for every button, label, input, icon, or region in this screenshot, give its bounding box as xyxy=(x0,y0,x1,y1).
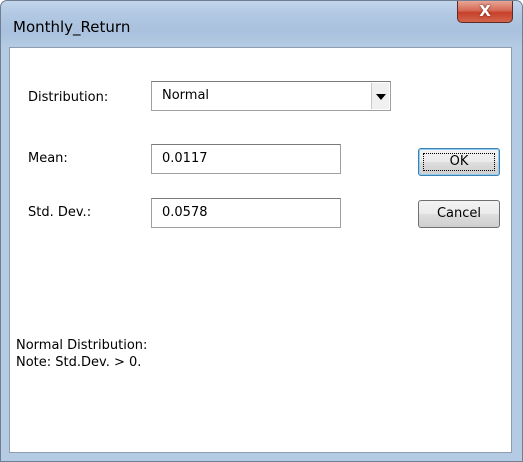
mean-label: Mean: xyxy=(28,151,68,166)
title-bar[interactable]: Monthly_Return X xyxy=(1,1,522,47)
note-line-2: Note: Std.Dev. > 0. xyxy=(16,355,142,370)
distribution-select[interactable]: Normal xyxy=(151,81,391,111)
distribution-label: Distribution: xyxy=(28,90,109,105)
distribution-selected-value: Normal xyxy=(162,88,210,103)
distribution-note: Normal Distribution: Note: Std.Dev. > 0. xyxy=(16,337,147,371)
stddev-label: Std. Dev.: xyxy=(28,205,92,220)
stddev-input[interactable]: 0.0578 xyxy=(151,198,341,228)
cancel-button[interactable]: Cancel xyxy=(418,200,500,228)
close-icon: X xyxy=(479,2,491,20)
chevron-down-icon[interactable] xyxy=(371,83,389,109)
dialog-client-area: Distribution: Normal Mean: 0.0117 Std. D… xyxy=(9,47,512,453)
ok-button[interactable]: OK xyxy=(418,148,500,176)
close-button[interactable]: X xyxy=(457,1,513,23)
dialog-window: Monthly_Return X Distribution: Normal Me… xyxy=(0,0,523,462)
ok-button-label: OK xyxy=(449,154,469,169)
mean-input[interactable]: 0.0117 xyxy=(151,144,341,174)
window-title: Monthly_Return xyxy=(13,18,131,36)
cancel-button-label: Cancel xyxy=(436,206,482,221)
note-line-1: Normal Distribution: xyxy=(16,338,148,353)
